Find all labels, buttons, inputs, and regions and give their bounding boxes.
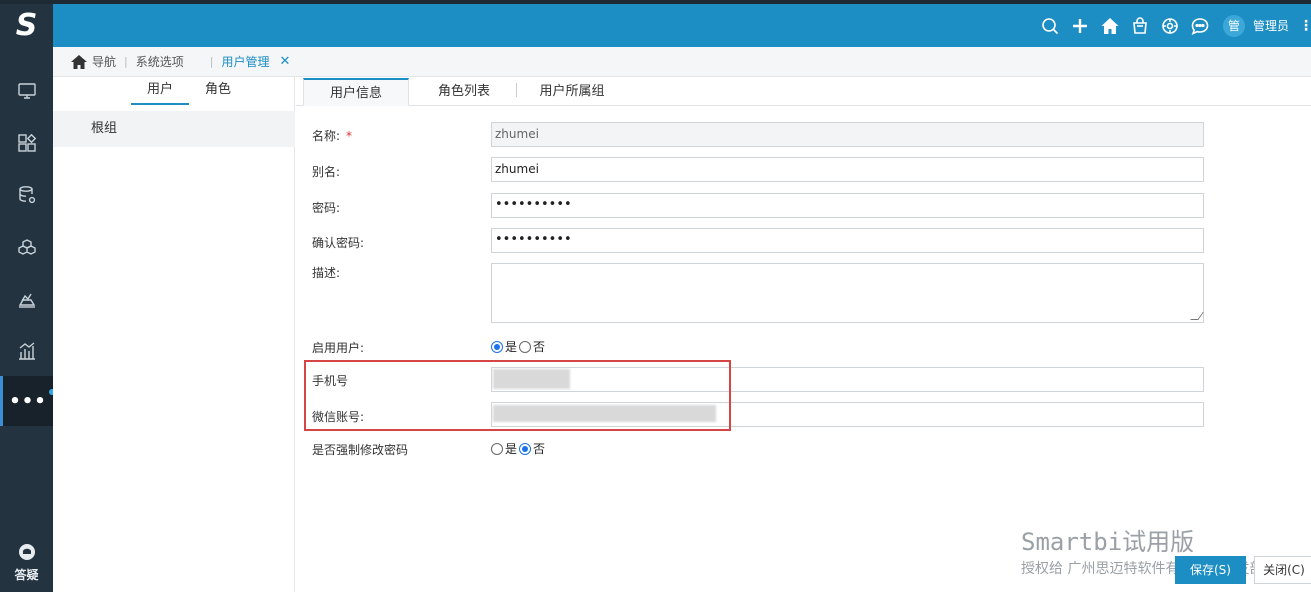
breadcrumb: 导航 | 系统选项 | 用户管理 ✕ — [53, 47, 1311, 77]
tab-roles[interactable]: 角色 — [189, 77, 247, 105]
rail-cubes-icon[interactable] — [0, 222, 53, 272]
enable-no-option[interactable]: 否 — [519, 338, 545, 355]
description-textarea[interactable] — [491, 263, 1204, 323]
force-no-radio[interactable] — [519, 442, 532, 455]
close-button[interactable]: 关闭(C) — [1254, 556, 1311, 584]
help-entry[interactable]: 答疑 — [0, 542, 53, 583]
search-icon[interactable] — [1035, 4, 1065, 47]
force-change-label: 是否强制修改密码 — [312, 443, 409, 457]
password-label: 密码: — [312, 201, 341, 215]
tab-user-groups[interactable]: 用户所属组 — [532, 78, 612, 106]
bag-icon[interactable] — [1125, 4, 1155, 47]
confirm-password-field[interactable]: •••••••••• — [491, 228, 1204, 253]
alias-label: 别名: — [312, 165, 341, 179]
trial-watermark: Smartbi试用版 — [1021, 528, 1195, 556]
rail-layers-icon[interactable] — [0, 274, 53, 324]
force-change-radios: 是 否 — [491, 440, 547, 457]
required-marker: * — [346, 129, 353, 143]
breadcrumb-home-icon[interactable] — [71, 54, 87, 69]
name-field[interactable]: zhumei — [491, 122, 1204, 147]
enable-no-radio[interactable] — [519, 340, 532, 353]
rail-monitor-icon[interactable] — [0, 66, 53, 116]
force-yes-option[interactable]: 是 — [491, 440, 517, 457]
tree-node-root[interactable]: 根组 — [53, 111, 295, 147]
resize-handle[interactable] — [1190, 312, 1204, 320]
breadcrumb-separator: | — [209, 55, 214, 68]
tab-user-info[interactable]: 用户信息 — [303, 78, 409, 106]
enable-user-radios: 是 否 — [491, 338, 547, 355]
more-vertical-icon[interactable]: ⋮ — [1299, 18, 1311, 34]
avatar[interactable]: 管 — [1222, 14, 1245, 37]
close-tab-icon[interactable]: ✕ — [279, 54, 290, 69]
add-icon[interactable] — [1065, 4, 1095, 47]
save-button[interactable]: 保存(S) — [1175, 556, 1246, 584]
username[interactable]: 管理员 — [1253, 17, 1289, 34]
description-label: 描述: — [312, 266, 341, 280]
breadcrumb-item-system[interactable]: 系统选项 — [136, 53, 184, 70]
enable-user-label: 启用用户: — [312, 341, 365, 355]
detail-tabs: 用户信息 角色列表 用户所属组 — [296, 77, 1311, 106]
highlight-box — [304, 360, 731, 431]
gear-icon[interactable] — [1155, 4, 1185, 47]
left-rail: S ••• 答疑 — [0, 4, 55, 592]
user-tree-panel: 用户 角色 根组 — [53, 77, 295, 592]
app-logo[interactable]: S — [0, 4, 53, 46]
breadcrumb-item-user-mgmt[interactable]: 用户管理 — [221, 53, 269, 70]
rail-more-icon[interactable]: ••• — [0, 376, 55, 426]
top-header: 管 管理员 ⋮ — [53, 4, 1311, 47]
rail-apps-icon[interactable] — [0, 118, 53, 168]
tab-users[interactable]: 用户 — [131, 77, 189, 105]
enable-yes-option[interactable]: 是 — [491, 338, 517, 355]
home-icon[interactable] — [1095, 4, 1125, 47]
alias-field[interactable]: zhumei — [491, 157, 1204, 182]
user-info-form: 名称: * zhumei 别名: zhumei 密码: •••••••••• 确认… — [296, 107, 1311, 592]
force-no-option[interactable]: 否 — [519, 440, 545, 457]
confirm-password-label: 确认密码: — [312, 236, 365, 250]
rail-database-gear-icon[interactable] — [0, 170, 53, 220]
rail-chart-bars-icon[interactable] — [0, 326, 53, 376]
name-label: 名称: * — [312, 129, 353, 143]
breadcrumb-item-nav[interactable]: 导航 — [92, 53, 116, 70]
enable-yes-radio[interactable] — [491, 340, 503, 353]
password-field[interactable]: •••••••••• — [491, 193, 1204, 218]
force-yes-radio[interactable] — [491, 442, 503, 455]
tab-divider — [516, 83, 517, 97]
breadcrumb-separator: | — [124, 55, 128, 68]
chat-icon[interactable] — [1185, 4, 1215, 47]
help-icon — [18, 544, 35, 560]
tab-role-list[interactable]: 角色列表 — [424, 78, 504, 106]
